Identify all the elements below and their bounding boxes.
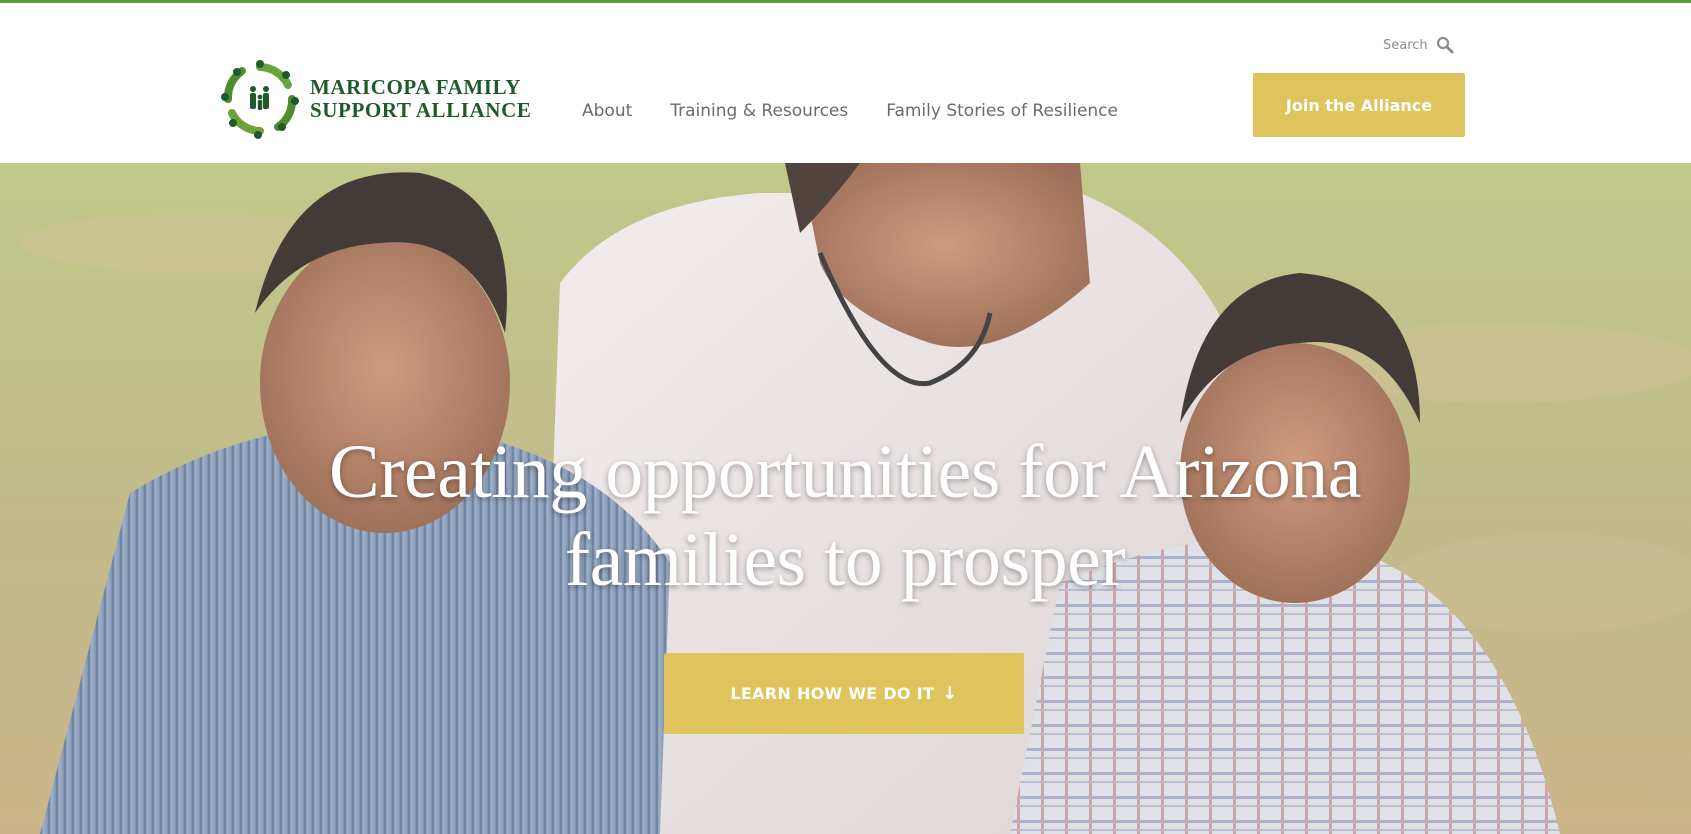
learn-how-label: LEARN HOW WE DO IT: [730, 684, 935, 703]
main-nav: About Training & Resources Family Storie…: [582, 96, 1156, 126]
family-circle-logo-icon: [220, 59, 300, 139]
site-logo[interactable]: MARICOPA FAMILY SUPPORT ALLIANCE: [220, 58, 531, 140]
search-link[interactable]: Search: [1383, 34, 1454, 56]
search-icon: [1436, 36, 1454, 54]
logo-wordmark: MARICOPA FAMILY SUPPORT ALLIANCE: [310, 76, 531, 122]
join-alliance-button[interactable]: Join the Alliance: [1253, 73, 1465, 137]
nav-item-about[interactable]: About: [582, 96, 632, 126]
hero-section: Creating opportunities for Arizona famil…: [0, 163, 1691, 834]
hero-title: Creating opportunities for Arizona famil…: [329, 430, 1361, 602]
logo-line-2: SUPPORT ALLIANCE: [310, 98, 532, 122]
nav-item-family-stories[interactable]: Family Stories of Resilience: [886, 96, 1118, 126]
nav-item-training-resources[interactable]: Training & Resources: [670, 96, 848, 126]
logo-line-1: MARICOPA FAMILY: [310, 75, 522, 99]
learn-how-button[interactable]: LEARN HOW WE DO IT ↓: [664, 653, 1024, 734]
site-header: MARICOPA FAMILY SUPPORT ALLIANCE About T…: [0, 3, 1691, 163]
search-label: Search: [1383, 37, 1428, 53]
arrow-down-icon: ↓: [942, 683, 958, 704]
